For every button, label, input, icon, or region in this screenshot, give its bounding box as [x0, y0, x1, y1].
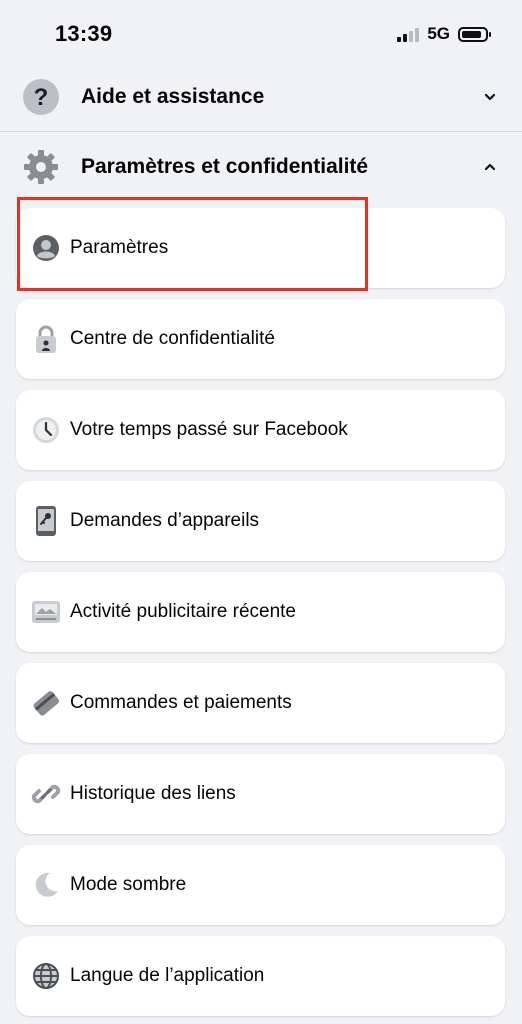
status-time: 13:39: [55, 21, 113, 46]
menu-item-label: Paramètres: [70, 237, 169, 258]
gear-icon: [22, 148, 60, 186]
section-help-label: Aide et assistance: [81, 85, 265, 108]
menu-item-label: Votre temps passé sur Facebook: [70, 419, 348, 440]
profile-icon: [30, 232, 62, 264]
menu-item-orders-payments[interactable]: Commandes et paiements: [16, 663, 505, 743]
moon-icon: [30, 869, 62, 901]
menu-item-device-requests[interactable]: Demandes d’appareils: [16, 481, 505, 561]
menu-item-privacy-center[interactable]: Centre de confidentialité: [16, 299, 505, 379]
ad-image-icon: [30, 596, 62, 628]
menu-item-settings[interactable]: Paramètres: [16, 208, 505, 288]
menu-item-dark-mode[interactable]: Mode sombre: [16, 845, 505, 925]
menu-item-label: Demandes d’appareils: [70, 510, 260, 531]
menu-item-label: Historique des liens: [70, 783, 236, 804]
clock-icon: [30, 414, 62, 446]
divider: [0, 131, 522, 132]
question-icon: ?: [22, 78, 60, 116]
menu-item-label: Activité publicitaire récente: [70, 601, 296, 622]
lock-icon: [30, 323, 62, 355]
svg-text:?: ?: [34, 84, 49, 111]
menu-item-time-on-facebook[interactable]: Votre temps passé sur Facebook: [16, 390, 505, 470]
menu-item-label: Centre de confidentialité: [70, 328, 275, 349]
globe-icon: [30, 960, 62, 992]
menu-item-recent-ad-activity[interactable]: Activité publicitaire récente: [16, 572, 505, 652]
section-help[interactable]: ? Aide et assistance: [0, 64, 522, 130]
status-indicators: 5G: [397, 24, 491, 44]
card-icon: [30, 687, 62, 719]
signal-icon: [397, 26, 420, 42]
device-key-icon: [30, 505, 62, 537]
section-settings-label: Paramètres et confidentialité: [81, 155, 369, 178]
menu-item-label: Mode sombre: [70, 874, 187, 895]
link-icon: [30, 778, 62, 810]
menu-item-link-history[interactable]: Historique des liens: [16, 754, 505, 834]
chevron-up-icon: [484, 163, 496, 171]
network-label: 5G: [427, 24, 450, 43]
status-bar: 13:39 5G: [0, 0, 522, 64]
battery-fill: [462, 30, 481, 38]
menu-item-app-language[interactable]: Langue de l’application: [16, 936, 505, 1016]
chevron-down-icon: [484, 93, 496, 101]
menu-item-label: Langue de l’application: [70, 965, 265, 986]
section-settings-privacy[interactable]: Paramètres et confidentialité: [0, 134, 522, 200]
menu-item-label: Commandes et paiements: [70, 692, 292, 713]
battery-icon: [458, 26, 491, 42]
